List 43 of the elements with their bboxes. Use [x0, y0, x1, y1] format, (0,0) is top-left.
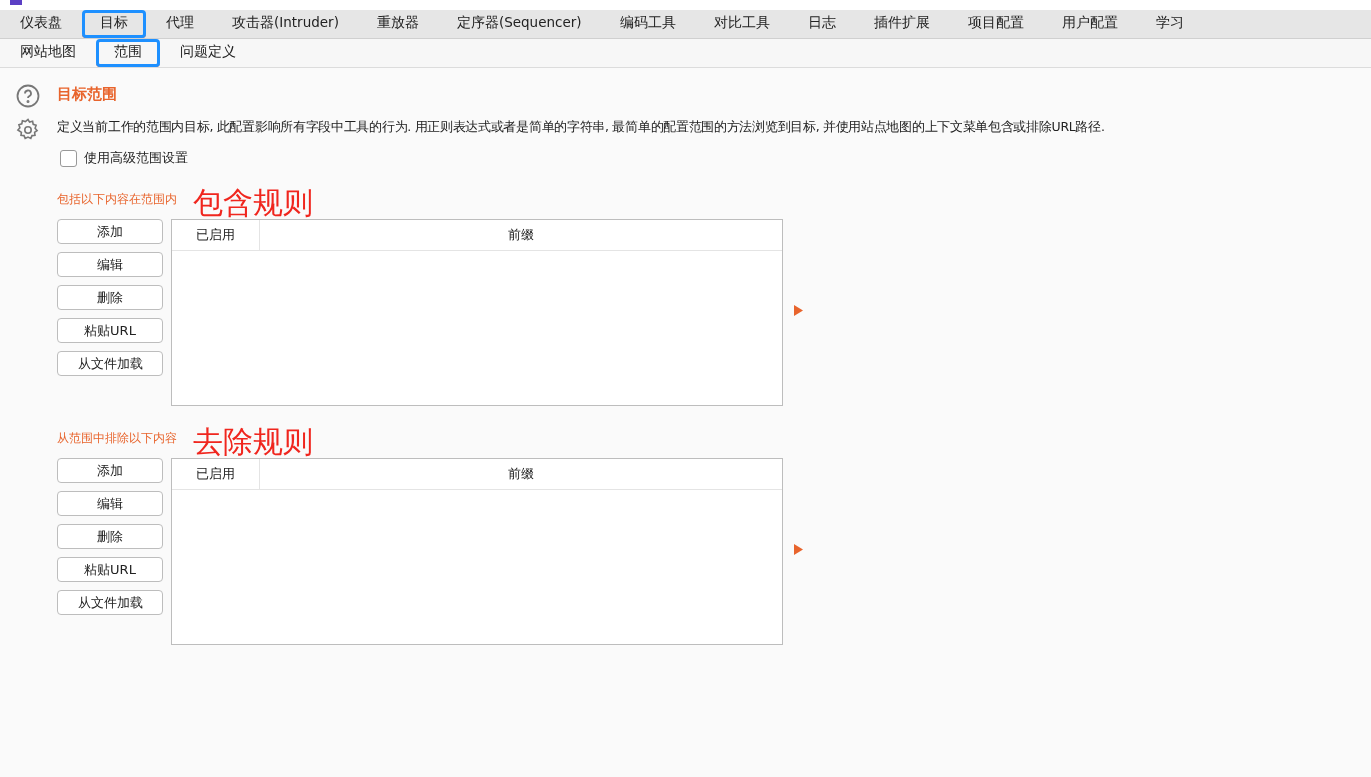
- action-button[interactable]: 编辑: [57, 491, 163, 516]
- action-button[interactable]: 粘贴URL: [57, 557, 163, 582]
- column-header[interactable]: 前缀: [260, 459, 782, 489]
- main-tab[interactable]: 学习: [1137, 10, 1202, 38]
- triangle-icon[interactable]: [794, 544, 803, 555]
- action-button[interactable]: 删除: [57, 285, 163, 310]
- main-tab[interactable]: 代理: [148, 10, 212, 38]
- main-tab[interactable]: 插件扩展: [855, 10, 948, 38]
- main-tab[interactable]: 仪表盘: [2, 10, 80, 38]
- triangle-icon[interactable]: [794, 305, 803, 316]
- section-title: 目标范围: [57, 84, 118, 104]
- settings-icon[interactable]: [16, 118, 40, 142]
- main-tab[interactable]: 定序器(Sequencer): [438, 10, 600, 38]
- action-button[interactable]: 从文件加载: [57, 351, 163, 376]
- main-tab[interactable]: 编码工具: [601, 10, 694, 38]
- main-tab[interactable]: 目标: [82, 10, 146, 38]
- action-button[interactable]: 编辑: [57, 252, 163, 277]
- annotation-text: 包含规则: [193, 185, 313, 221]
- annotation-text: 去除规则: [193, 424, 313, 460]
- action-button[interactable]: 添加: [57, 219, 163, 244]
- app-icon: [10, 0, 22, 5]
- main-tab[interactable]: 日志: [789, 10, 854, 38]
- main-tab[interactable]: 重放器: [358, 10, 437, 38]
- help-icon[interactable]: [16, 84, 40, 108]
- column-header[interactable]: 已启用: [172, 459, 260, 489]
- action-button[interactable]: 从文件加载: [57, 590, 163, 615]
- section-label: 从范围中排除以下内容: [57, 430, 177, 447]
- action-button[interactable]: 添加: [57, 458, 163, 483]
- sub-tab[interactable]: 范围: [96, 39, 160, 67]
- main-tab[interactable]: 对比工具: [695, 10, 788, 38]
- checkbox-label: 使用高级范围设置: [84, 149, 188, 167]
- column-header[interactable]: 前缀: [260, 220, 782, 250]
- checkbox[interactable]: [60, 149, 77, 167]
- column-header[interactable]: 已启用: [172, 220, 260, 250]
- description-text: 定义当前工作的范围内目标, 此配置影响所有字段中工具的行为. 用正则表达式或者是简单的字符串, 最简单的配置范围的方法浏览到目标, 并使用站点地图的上下文菜单包含或排除URL路径.: [57, 118, 1105, 136]
- action-button[interactable]: 删除: [57, 524, 163, 549]
- main-tab[interactable]: 用户配置: [1043, 10, 1136, 38]
- sub-tab[interactable]: 问题定义: [162, 39, 254, 67]
- sub-tab[interactable]: 网站地图: [2, 39, 94, 67]
- main-tab[interactable]: 攻击器(Intruder): [214, 10, 357, 38]
- action-button[interactable]: 粘贴URL: [57, 318, 163, 343]
- section-label: 包括以下内容在范围内: [57, 191, 177, 208]
- main-tab[interactable]: 项目配置: [949, 10, 1042, 38]
